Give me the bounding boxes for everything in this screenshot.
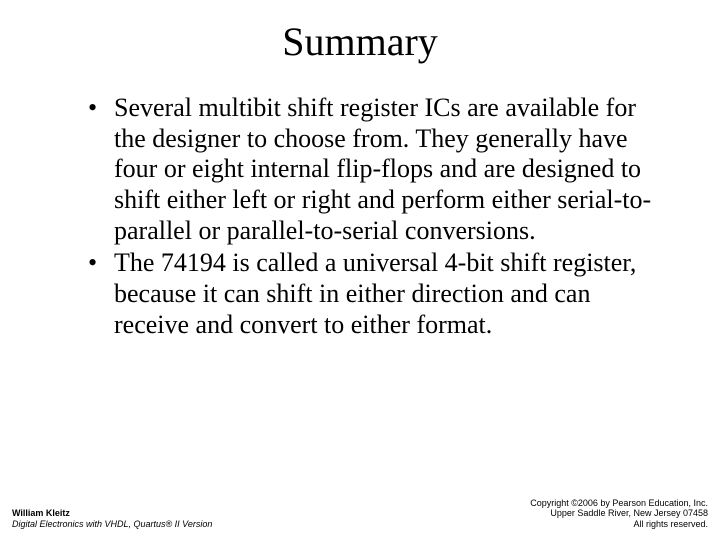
slide-content: Several multibit shift register ICs are … <box>40 93 680 340</box>
footer-left: William Kleitz Digital Electronics with … <box>12 508 212 530</box>
slide-title: Summary <box>40 18 680 65</box>
footer-address: Upper Saddle River, New Jersey 07458 <box>530 508 708 519</box>
footer-copyright: Copyright ©2006 by Pearson Education, In… <box>530 498 708 509</box>
footer-rights: All rights reserved. <box>530 519 708 530</box>
bullet-item: The 74194 is called a universal 4-bit sh… <box>88 248 670 340</box>
footer-author: William Kleitz <box>12 508 212 519</box>
footer-book: Digital Electronics with VHDL, Quartus® … <box>12 519 212 530</box>
footer-right: Copyright ©2006 by Pearson Education, In… <box>530 498 708 530</box>
bullet-item: Several multibit shift register ICs are … <box>88 93 670 246</box>
slide: Summary Several multibit shift register … <box>0 0 720 540</box>
